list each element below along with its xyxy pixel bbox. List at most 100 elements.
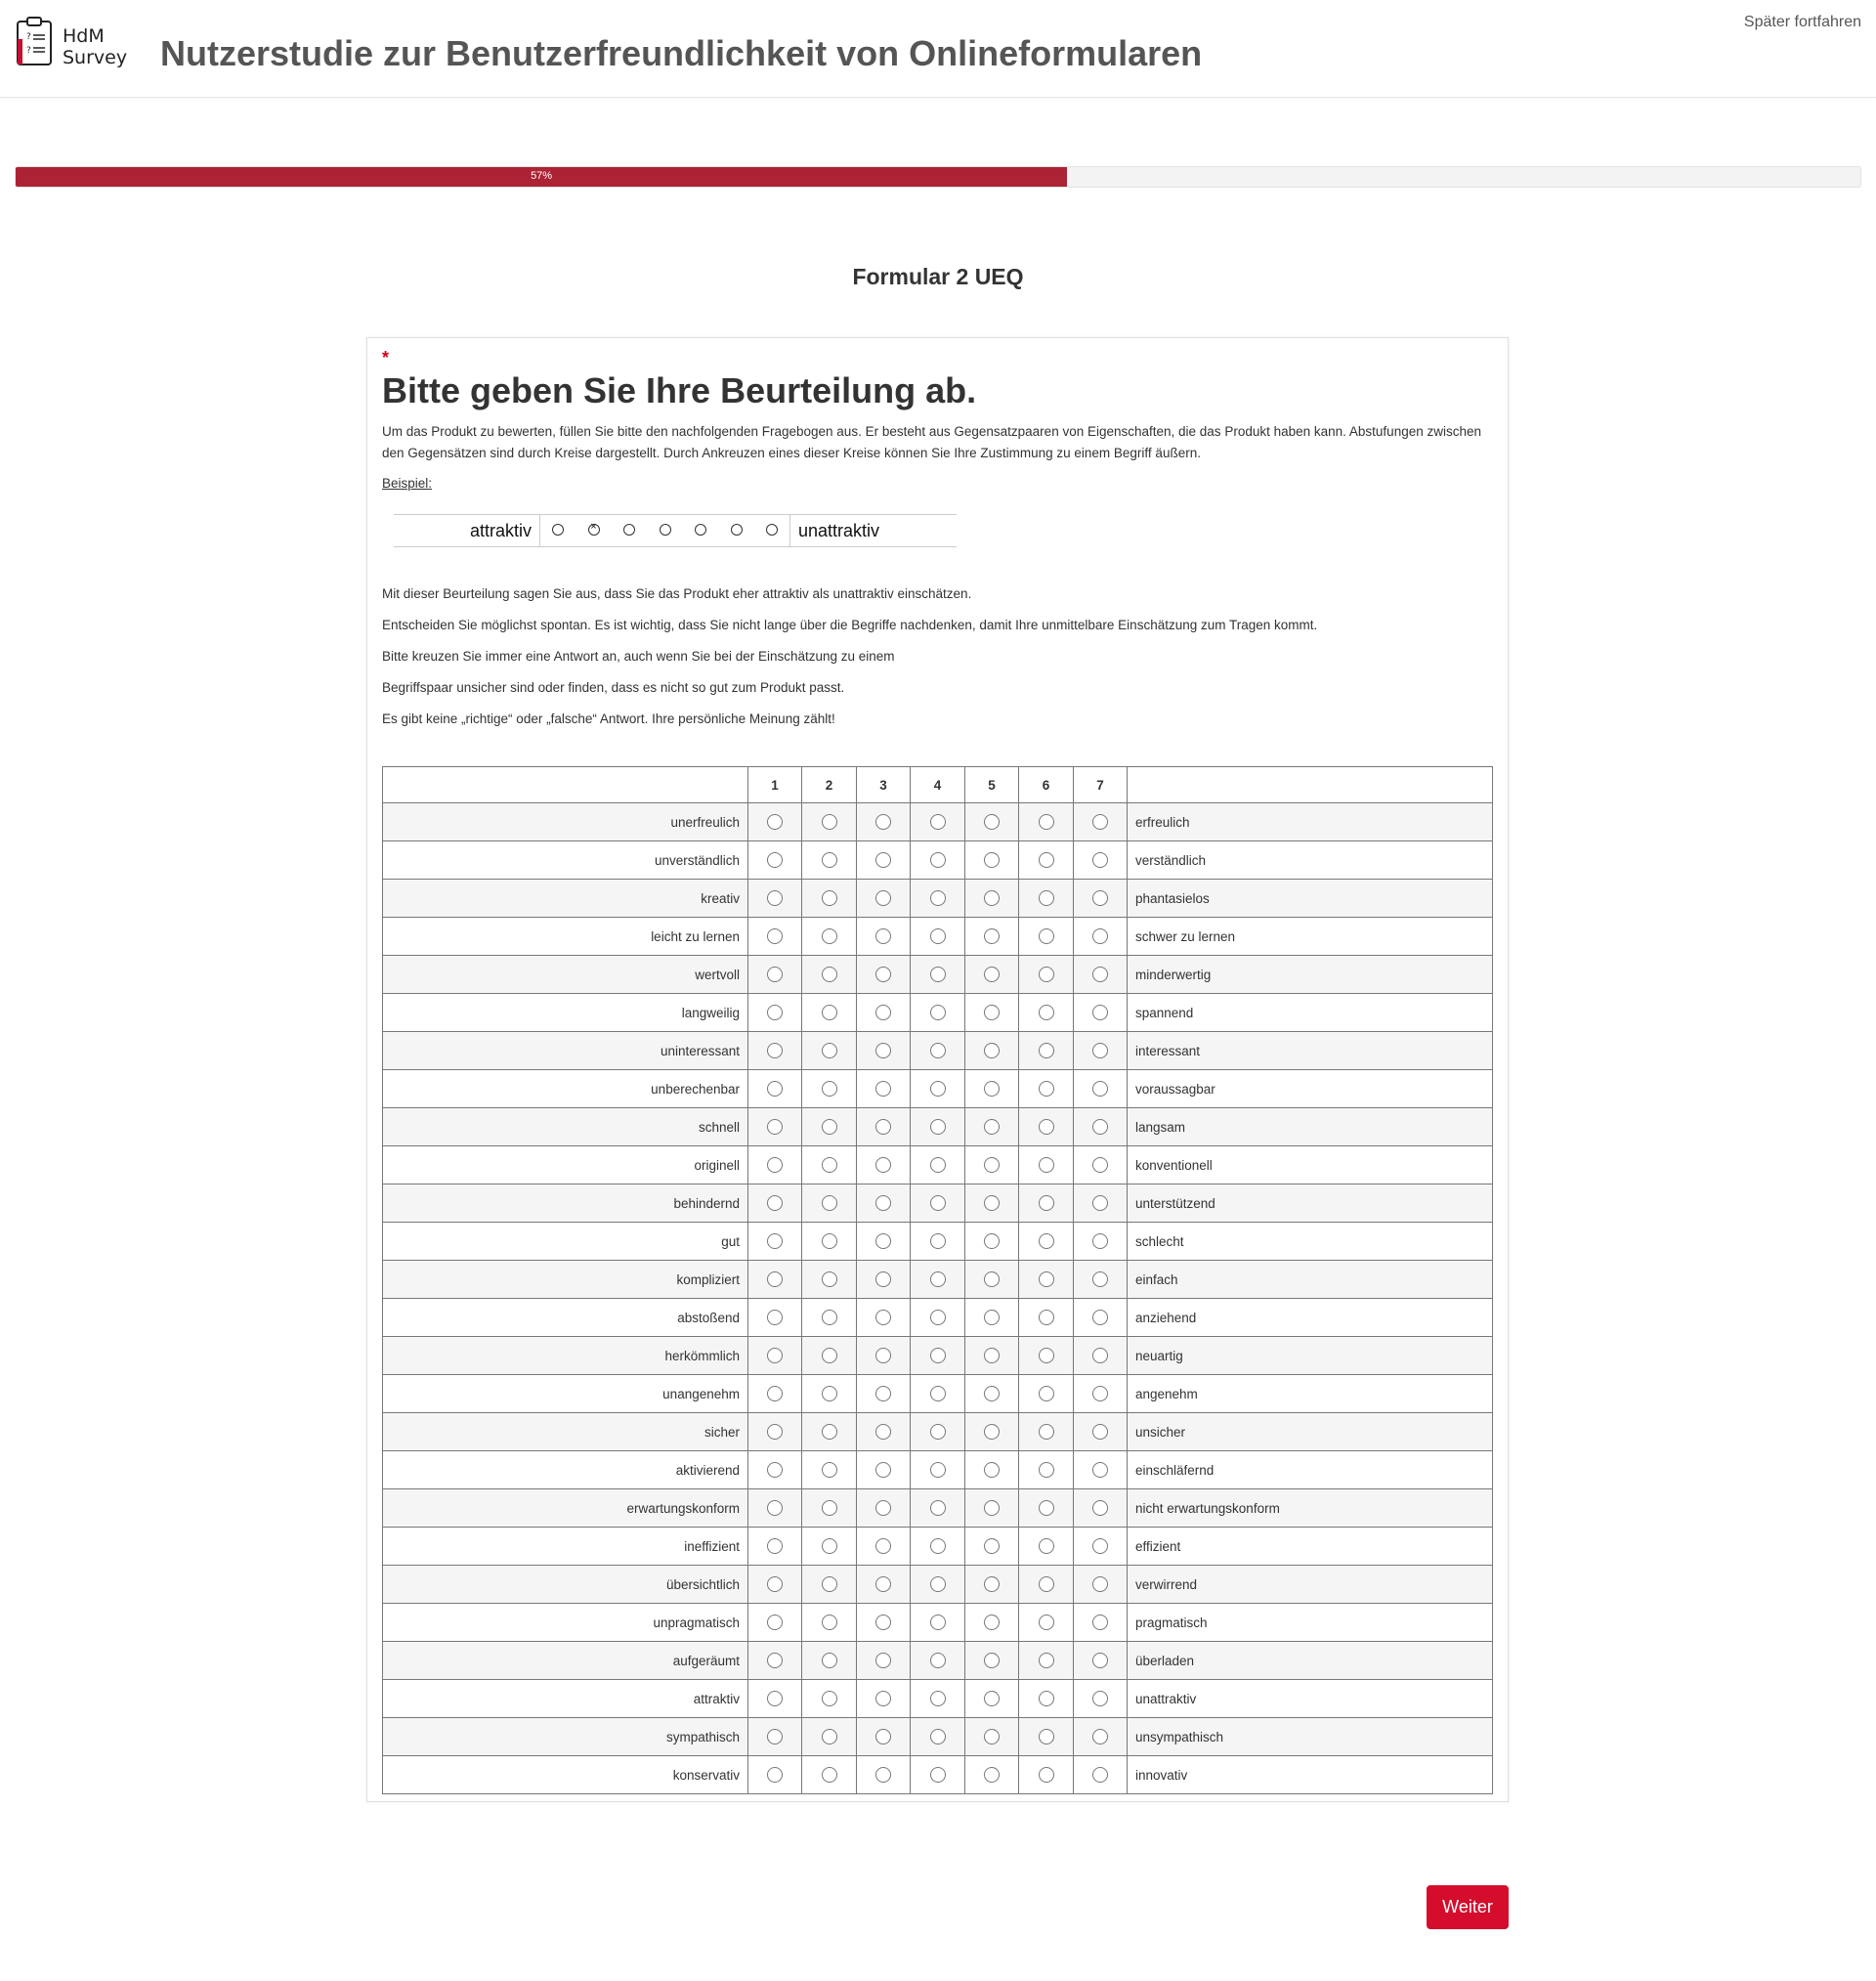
rating-radio[interactable] (1038, 1424, 1054, 1441)
rating-radio[interactable] (1038, 1157, 1054, 1174)
rating-radio[interactable] (1092, 1538, 1108, 1555)
rating-radio[interactable] (767, 1500, 783, 1517)
rating-radio[interactable] (929, 1119, 946, 1136)
rating-radio[interactable] (984, 1386, 1000, 1402)
rating-radio[interactable] (1092, 1729, 1108, 1745)
rating-radio[interactable] (767, 814, 783, 831)
hdm-survey-logo[interactable]: ? ? HdM Survey (16, 16, 133, 72)
rating-radio[interactable] (767, 1271, 783, 1288)
rating-radio[interactable] (1038, 852, 1054, 869)
rating-radio[interactable] (984, 967, 1000, 983)
rating-radio[interactable] (1092, 1691, 1108, 1707)
rating-radio[interactable] (875, 1576, 891, 1593)
rating-radio[interactable] (929, 1195, 946, 1212)
rating-radio[interactable] (1092, 1119, 1108, 1136)
rating-radio[interactable] (1038, 1310, 1054, 1326)
rating-radio[interactable] (821, 890, 837, 907)
rating-radio[interactable] (929, 1424, 946, 1441)
rating-radio[interactable] (929, 1233, 946, 1250)
rating-radio[interactable] (984, 1081, 1000, 1098)
rating-radio[interactable] (984, 1271, 1000, 1288)
rating-radio[interactable] (929, 1729, 946, 1745)
rating-radio[interactable] (984, 1310, 1000, 1326)
rating-radio[interactable] (984, 1119, 1000, 1136)
rating-radio[interactable] (1092, 1271, 1108, 1288)
rating-radio[interactable] (1092, 1462, 1108, 1479)
rating-radio[interactable] (984, 1195, 1000, 1212)
rating-radio[interactable] (821, 1233, 837, 1250)
rating-radio[interactable] (984, 1005, 1000, 1021)
rating-radio[interactable] (984, 1233, 1000, 1250)
rating-radio[interactable] (1092, 1310, 1108, 1326)
rating-radio[interactable] (984, 1653, 1000, 1669)
rating-radio[interactable] (821, 928, 837, 945)
rating-radio[interactable] (875, 1729, 891, 1745)
rating-radio[interactable] (821, 1538, 837, 1555)
rating-radio[interactable] (984, 1043, 1000, 1059)
rating-radio[interactable] (767, 1691, 783, 1707)
rating-radio[interactable] (821, 814, 837, 831)
rating-radio[interactable] (767, 1538, 783, 1555)
rating-radio[interactable] (767, 1767, 783, 1784)
rating-radio[interactable] (875, 814, 891, 831)
rating-radio[interactable] (875, 1348, 891, 1364)
rating-radio[interactable] (984, 1729, 1000, 1745)
rating-radio[interactable] (821, 1462, 837, 1479)
rating-radio[interactable] (821, 1767, 837, 1784)
rating-radio[interactable] (875, 967, 891, 983)
rating-radio[interactable] (1038, 1043, 1054, 1059)
rating-radio[interactable] (929, 814, 946, 831)
rating-radio[interactable] (1092, 1157, 1108, 1174)
rating-radio[interactable] (1092, 1233, 1108, 1250)
next-button[interactable]: Weiter (1427, 1885, 1509, 1929)
rating-radio[interactable] (767, 1157, 783, 1174)
rating-radio[interactable] (984, 1767, 1000, 1784)
rating-radio[interactable] (1092, 814, 1108, 831)
rating-radio[interactable] (984, 928, 1000, 945)
rating-radio[interactable] (1092, 1043, 1108, 1059)
rating-radio[interactable] (1038, 1081, 1054, 1098)
rating-radio[interactable] (1092, 1500, 1108, 1517)
rating-radio[interactable] (767, 1005, 783, 1021)
rating-radio[interactable] (1038, 1271, 1054, 1288)
rating-radio[interactable] (767, 1348, 783, 1364)
rating-radio[interactable] (767, 852, 783, 869)
rating-radio[interactable] (929, 1348, 946, 1364)
rating-radio[interactable] (929, 1005, 946, 1021)
rating-radio[interactable] (767, 1615, 783, 1631)
rating-radio[interactable] (929, 1081, 946, 1098)
rating-radio[interactable] (984, 1538, 1000, 1555)
rating-radio[interactable] (821, 1195, 837, 1212)
rating-radio[interactable] (821, 1043, 837, 1059)
rating-radio[interactable] (821, 1729, 837, 1745)
rating-radio[interactable] (821, 1500, 837, 1517)
rating-radio[interactable] (1092, 852, 1108, 869)
continue-later-link[interactable]: Später fortfahren (1744, 14, 1861, 31)
rating-radio[interactable] (1038, 1005, 1054, 1021)
rating-radio[interactable] (929, 1310, 946, 1326)
rating-radio[interactable] (1038, 1119, 1054, 1136)
rating-radio[interactable] (984, 1424, 1000, 1441)
rating-radio[interactable] (929, 852, 946, 869)
rating-radio[interactable] (984, 1500, 1000, 1517)
rating-radio[interactable] (821, 1386, 837, 1402)
rating-radio[interactable] (929, 1653, 946, 1669)
rating-radio[interactable] (1038, 1233, 1054, 1250)
rating-radio[interactable] (1092, 1767, 1108, 1784)
rating-radio[interactable] (767, 1233, 783, 1250)
rating-radio[interactable] (1038, 1767, 1054, 1784)
rating-radio[interactable] (875, 1424, 891, 1441)
rating-radio[interactable] (821, 1310, 837, 1326)
rating-radio[interactable] (767, 1576, 783, 1593)
rating-radio[interactable] (875, 1043, 891, 1059)
rating-radio[interactable] (929, 1157, 946, 1174)
rating-radio[interactable] (1038, 1500, 1054, 1517)
rating-radio[interactable] (1038, 1615, 1054, 1631)
rating-radio[interactable] (875, 1195, 891, 1212)
rating-radio[interactable] (821, 852, 837, 869)
rating-radio[interactable] (767, 1195, 783, 1212)
rating-radio[interactable] (875, 1653, 891, 1669)
rating-radio[interactable] (875, 1310, 891, 1326)
rating-radio[interactable] (1038, 1576, 1054, 1593)
rating-radio[interactable] (821, 1691, 837, 1707)
